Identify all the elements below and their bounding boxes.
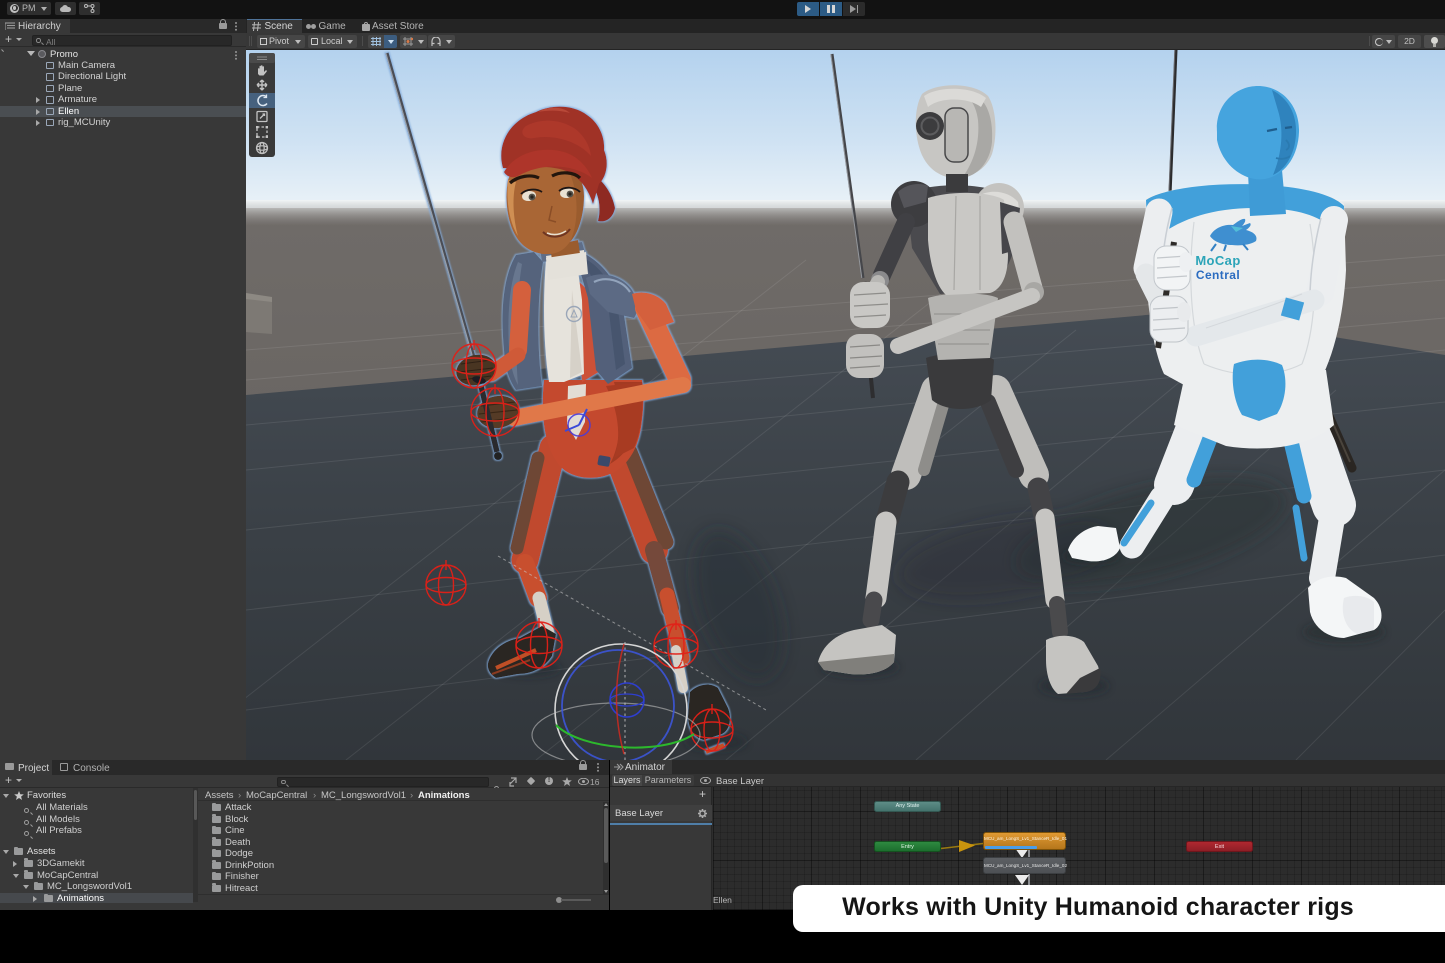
svg-text:MoCap: MoCap [1195,253,1240,268]
svg-text:Central: Central [1196,268,1240,282]
